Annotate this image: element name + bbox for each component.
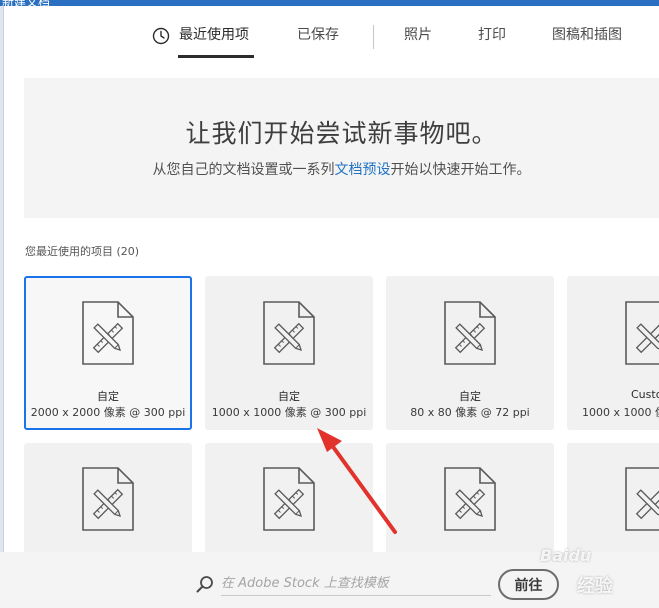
recent-item-name: 自定	[97, 390, 119, 403]
welcome-title: 让我们开始尝试新事物吧。	[185, 119, 498, 148]
document-icon	[625, 301, 659, 365]
document-icon	[82, 301, 134, 365]
stock-template-search-input[interactable]	[221, 572, 491, 596]
welcome-subtitle: 从您自己的文档设置或一系列文档预设开始以快速开始工作。	[24, 159, 659, 179]
recent-item-meta: 80 x 80 像素 @ 72 ppi	[410, 406, 530, 419]
recent-item-card[interactable]	[567, 443, 659, 552]
watermark-text: 经验	[577, 576, 613, 597]
tab-print[interactable]: 打印	[478, 24, 506, 44]
recent-item-card[interactable]: 自定 2000 x 2000 像素 @ 300 ppi	[24, 276, 192, 430]
active-tab-indicator	[178, 55, 254, 58]
search-icon	[196, 576, 213, 593]
tab-recent[interactable]: 最近使用项	[179, 24, 249, 44]
welcome-subtitle-before: 从您自己的文档设置或一系列	[152, 162, 335, 178]
recent-item-card[interactable]: 自定 1000 x 1000 像素 @ 300 ppi	[205, 276, 373, 430]
document-icon	[82, 467, 134, 531]
clock-icon	[152, 27, 170, 45]
recent-item-card[interactable]	[24, 443, 192, 552]
tab-saved[interactable]: 已保存	[297, 24, 339, 44]
recent-item-name: Custo	[631, 388, 659, 401]
recent-item-card[interactable]	[386, 443, 554, 552]
tab-art-illustration[interactable]: 图稿和插图	[552, 24, 622, 44]
document-icon	[444, 467, 496, 531]
recent-items-heading: 您最近使用的项目 (20)	[25, 243, 139, 259]
document-icon	[263, 301, 315, 365]
recent-item-meta: 1000 x 1000 像	[582, 406, 659, 419]
window-left-edge	[0, 6, 4, 608]
recent-item-card[interactable]: 自定 80 x 80 像素 @ 72 ppi	[386, 276, 554, 430]
document-icon	[263, 467, 315, 531]
recent-item-card[interactable]	[205, 443, 373, 552]
tab-photo[interactable]: 照片	[404, 24, 432, 44]
recent-items-count: (20)	[116, 245, 140, 258]
recent-item-card[interactable]: Custo 1000 x 1000 像	[567, 276, 659, 430]
watermark-logo: Baidu	[540, 546, 592, 565]
recent-item-name: 自定	[278, 390, 300, 403]
welcome-banner: 让我们开始尝试新事物吧。 从您自己的文档设置或一系列文档预设开始以快速开始工作。	[24, 78, 659, 218]
recent-item-meta: 2000 x 2000 像素 @ 300 ppi	[30, 406, 186, 419]
tab-bar: 最近使用项 已保存 照片 打印 图稿和插图	[0, 6, 659, 58]
tab-divider	[373, 25, 374, 49]
welcome-subtitle-after: 开始以快速开始工作。	[390, 162, 531, 178]
document-icon	[625, 467, 659, 531]
recent-item-name: 自定	[459, 390, 481, 403]
recent-item-meta: 1000 x 1000 像素 @ 300 ppi	[211, 406, 367, 419]
document-icon	[444, 301, 496, 365]
recent-items-label: 您最近使用的项目	[25, 245, 113, 258]
document-presets-link[interactable]: 文档预设	[335, 162, 391, 178]
go-button[interactable]: 前往	[498, 569, 559, 600]
